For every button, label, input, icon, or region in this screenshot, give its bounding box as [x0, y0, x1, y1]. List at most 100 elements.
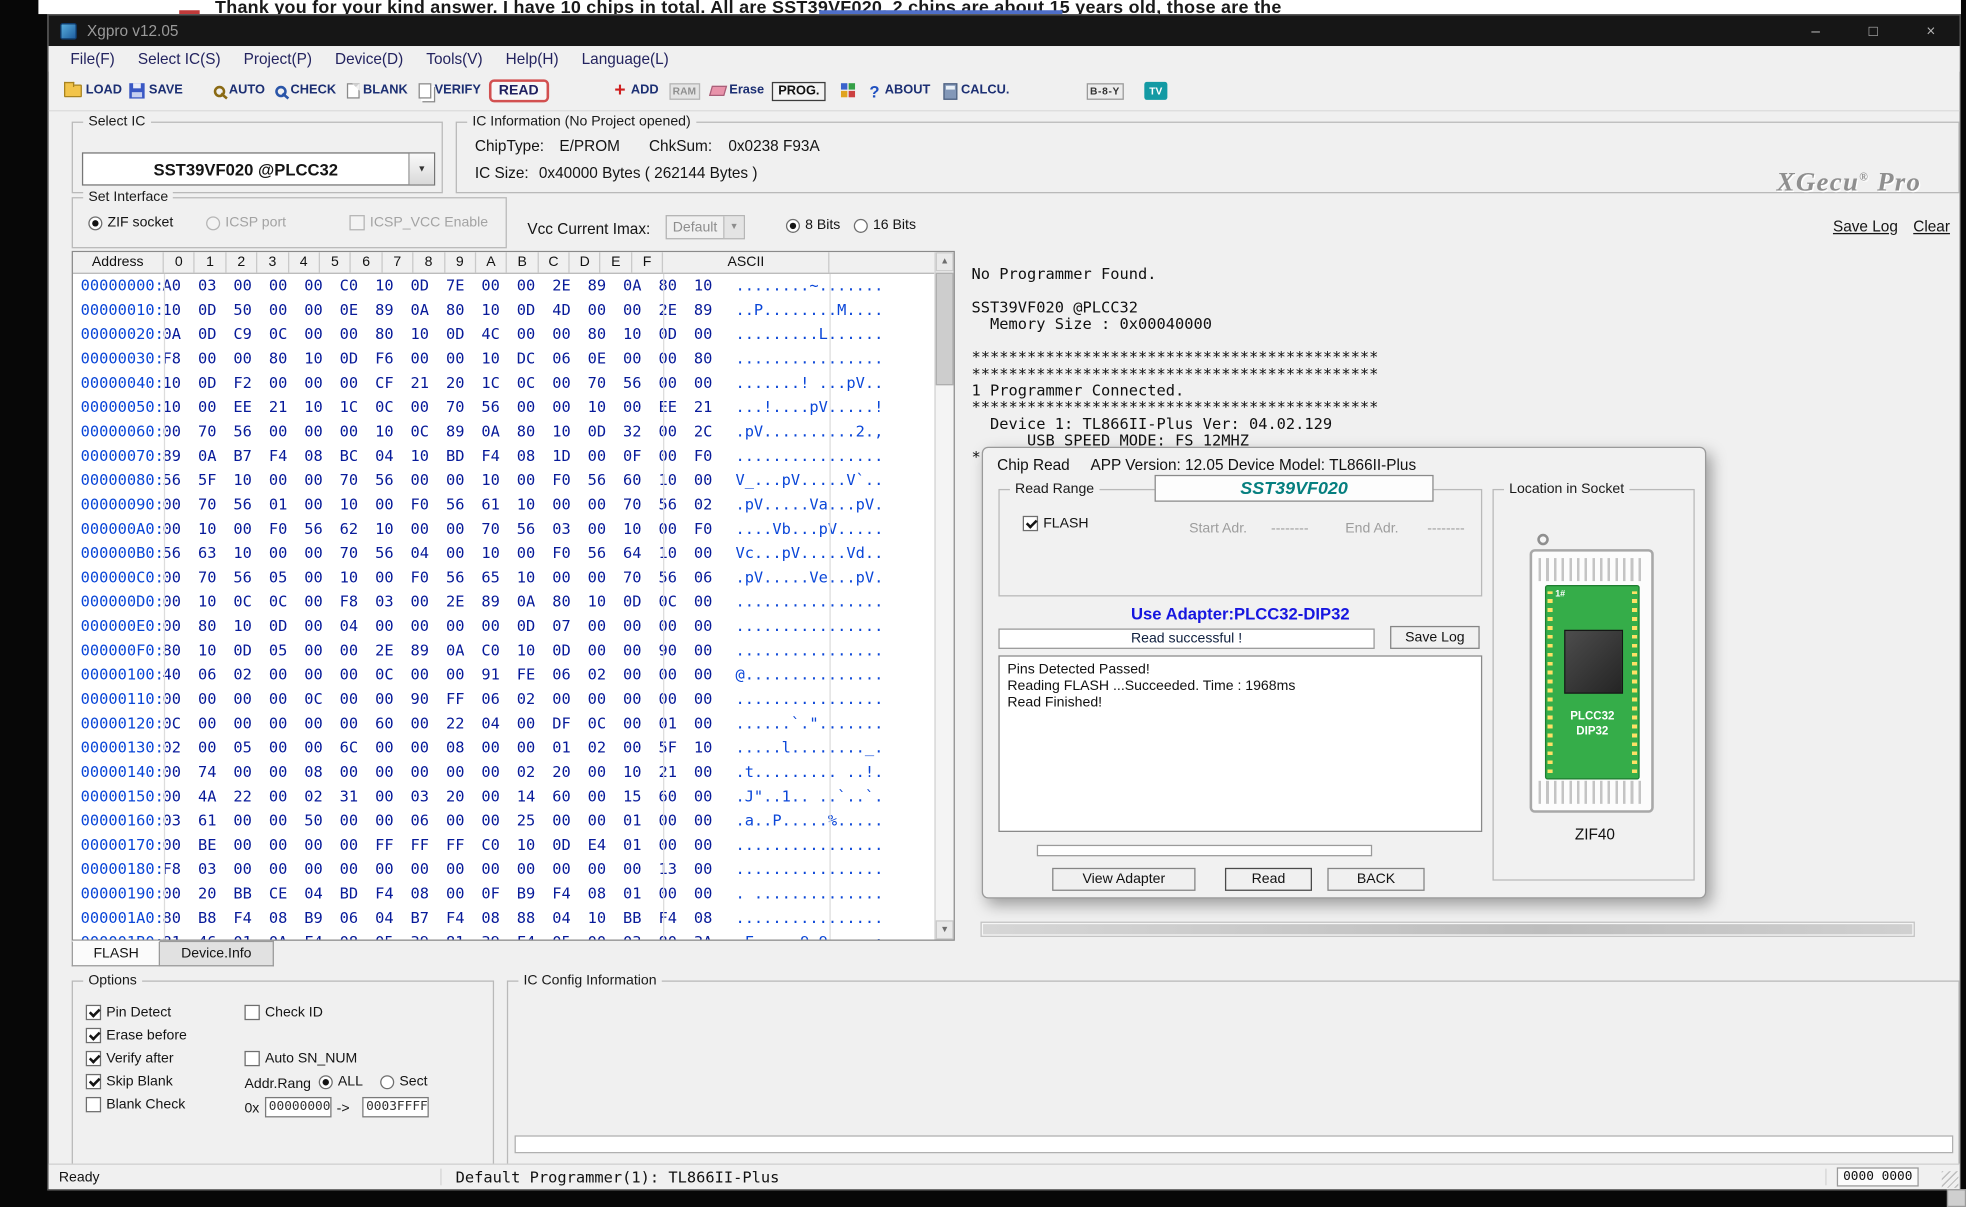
minimize-button[interactable]: – — [1787, 15, 1845, 46]
blank-check-checkbox[interactable]: Blank Check — [86, 1097, 186, 1112]
hex-row[interactable]: 00000080:56 5F 10 00 00 70 56 00 00 10 0… — [73, 468, 934, 492]
check-id-checkbox[interactable]: Check ID — [244, 1005, 322, 1020]
hex-row[interactable]: 000000D0:00 10 0C 0C 00 F8 03 00 2E 89 0… — [73, 590, 934, 614]
hex-row[interactable]: 00000000:A0 03 00 00 00 C0 10 0D 7E 00 0… — [73, 274, 934, 298]
scroll-thumb[interactable] — [983, 924, 1912, 934]
verify-button[interactable]: VERIFY — [418, 83, 481, 98]
hex-row[interactable]: 00000120:0C 00 00 00 00 00 60 00 22 04 0… — [73, 712, 934, 736]
load-button[interactable]: LOAD — [64, 84, 122, 97]
ic-select-combo[interactable]: SST39VF020 @PLCC32 — [82, 152, 435, 185]
hex-row[interactable]: 000000E0:00 80 10 0D 00 04 00 00 00 00 0… — [73, 614, 934, 638]
hex-ascii: . .............. — [735, 882, 883, 906]
vcc-dropdown-button — [723, 216, 743, 238]
tv-button[interactable]: TV — [1144, 82, 1167, 100]
tab-flash[interactable]: FLASH — [72, 941, 161, 967]
scroll-up-arrow[interactable] — [936, 252, 954, 271]
bit-convert-button[interactable]: B-8-Y — [1086, 83, 1124, 100]
hex-row[interactable]: 00000070:89 0A B7 F4 08 BC 04 10 BD F4 0… — [73, 444, 934, 468]
color-grid-icon — [841, 83, 856, 98]
combo-dropdown-button[interactable] — [408, 154, 434, 185]
ram-button[interactable]: RAM — [669, 83, 700, 100]
back-button[interactable]: BACK — [1327, 868, 1424, 891]
auto-button[interactable]: AUTO — [214, 84, 265, 97]
chevron-down-icon — [730, 223, 739, 232]
hex-row[interactable]: 00000030:F8 00 00 80 10 0D F6 00 00 10 D… — [73, 347, 934, 371]
maximize-button[interactable]: □ — [1844, 15, 1902, 46]
hex-row[interactable]: 00000090:00 70 56 01 00 10 00 F0 56 61 1… — [73, 493, 934, 517]
hex-row[interactable]: 00000130:02 00 05 00 00 6C 00 00 08 00 0… — [73, 736, 934, 760]
background-page-text: Thank you for your kind answer. I have 1… — [215, 0, 1282, 14]
scroll-down-arrow[interactable] — [936, 920, 954, 939]
app-icon — [60, 22, 77, 39]
socket-name: ZIF40 — [1494, 826, 1696, 844]
hex-ascii: ................ — [735, 639, 883, 663]
addr-all-radio[interactable]: ALL — [319, 1074, 363, 1089]
hex-row[interactable]: 000000B0:56 63 10 00 00 70 56 04 00 10 0… — [73, 541, 934, 565]
scroll-thumb[interactable] — [936, 273, 954, 386]
tab-device-info[interactable]: Device.Info — [161, 941, 274, 967]
blank-button[interactable]: BLANK — [346, 83, 407, 98]
menu-item[interactable]: Project(P) — [232, 50, 323, 68]
menu-item[interactable]: File(F) — [59, 50, 126, 68]
hex-row[interactable]: 00000040:10 0D F2 00 00 00 CF 21 20 1C 0… — [73, 371, 934, 395]
pin-detect-checkbox[interactable]: Pin Detect — [86, 1005, 171, 1020]
menu-item[interactable]: Device(D) — [323, 50, 414, 68]
verify-after-checkbox[interactable]: Verify after — [86, 1051, 174, 1066]
device-grid-button[interactable] — [841, 83, 856, 98]
check-button[interactable]: CHECK — [275, 84, 336, 97]
menu-item[interactable]: Select IC(S) — [126, 50, 232, 68]
hex-editor[interactable]: Address0123456789ABCDEFASCII 00000000:A0… — [72, 251, 955, 941]
resize-grip[interactable] — [1942, 1171, 1959, 1188]
menu-item[interactable]: Help(H) — [494, 50, 570, 68]
hex-row[interactable]: 00000020:0A 0D C9 0C 00 00 80 10 0D 4C 0… — [73, 323, 934, 347]
hex-row[interactable]: 00000190:00 20 BB CE 04 BD F4 08 00 0F B… — [73, 882, 934, 906]
hex-row[interactable]: 00000150:00 4A 22 00 02 31 00 03 20 00 1… — [73, 785, 934, 809]
save-button[interactable]: SAVE — [130, 83, 183, 98]
hex-vertical-scrollbar[interactable] — [934, 252, 953, 939]
close-button[interactable]: × — [1902, 15, 1960, 46]
erase-button[interactable]: Erase — [710, 84, 764, 97]
hex-body[interactable]: 00000000:A0 03 00 00 00 C0 10 0D 7E 00 0… — [73, 274, 934, 940]
log-line: Device 1: TL866II-Plus Ver: 04.02.129 — [972, 416, 1958, 433]
hex-row[interactable]: 00000050:10 00 EE 21 10 1C 0C 00 70 56 0… — [73, 396, 934, 420]
hex-row[interactable]: 00000100:40 06 02 00 00 00 0C 00 00 91 F… — [73, 663, 934, 687]
read-button[interactable]: READ — [489, 79, 549, 102]
hex-row[interactable]: 00000110:00 00 00 00 0C 00 00 90 FF 06 0… — [73, 687, 934, 711]
menu-item[interactable]: Tools(V) — [415, 50, 494, 68]
add-button[interactable]: ADD — [613, 84, 659, 97]
hex-row[interactable]: 00000180:F8 03 00 00 00 00 00 00 00 00 0… — [73, 858, 934, 882]
prog-button[interactable]: PROG. — [772, 81, 826, 100]
log-horizontal-scrollbar[interactable] — [980, 922, 1914, 937]
addr-sect-radio[interactable]: Sect — [380, 1074, 427, 1089]
about-button[interactable]: ABOUT — [869, 84, 930, 98]
hex-row[interactable]: 00000170:00 BE 00 00 00 00 FF FF FF C0 1… — [73, 833, 934, 857]
skip-blank-checkbox[interactable]: Skip Blank — [86, 1074, 173, 1089]
hex-row[interactable]: 00000160:03 61 00 00 50 00 00 06 00 00 2… — [73, 809, 934, 833]
hex-row[interactable]: 00000060:00 70 56 00 00 00 10 0C 89 0A 8… — [73, 420, 934, 444]
view-adapter-button[interactable]: View Adapter — [1052, 868, 1195, 891]
hex-row[interactable]: 000001A0:80 B8 F4 08 B9 06 04 B7 F4 08 8… — [73, 906, 934, 930]
dialog-save-log-button[interactable]: Save Log — [1390, 626, 1480, 649]
hex-row[interactable]: 000000F0:80 10 0D 05 00 00 2E 89 0A C0 1… — [73, 639, 934, 663]
hex-row[interactable]: 000000C0:00 70 56 05 00 10 00 F0 56 65 1… — [73, 566, 934, 590]
hex-ascii: V_...pV.....V`.. — [735, 468, 883, 492]
calculator-button[interactable]: CALCU. — [943, 83, 1009, 100]
data-width-8bits-radio[interactable]: 8 Bits — [786, 218, 840, 233]
auto-sn-checkbox[interactable]: Auto SN_NUM — [244, 1051, 357, 1066]
hex-row[interactable]: 00000010:10 0D 50 00 00 0E 89 0A 80 10 0… — [73, 298, 934, 322]
hex-ascii: ........~....... — [735, 274, 883, 298]
menu-item[interactable]: Language(L) — [570, 50, 680, 68]
hex-row[interactable]: 00000140:00 74 00 00 08 00 00 00 00 00 0… — [73, 760, 934, 784]
addr-from-input[interactable]: 00000000 — [265, 1097, 332, 1117]
addr-to-input[interactable]: 0003FFFF — [362, 1097, 429, 1117]
dialog-read-button[interactable]: Read — [1225, 868, 1312, 891]
clear-log-link[interactable]: Clear — [1913, 218, 1950, 236]
adapter-label-line1: PLCC32 — [1546, 709, 1638, 722]
hex-row[interactable]: 000001B0:81 46 01 0A F4 08 05 39 81 39 F… — [73, 931, 934, 940]
zif-socket-radio[interactable]: ZIF socket — [88, 215, 173, 230]
flash-checkbox[interactable]: FLASH — [1023, 516, 1089, 531]
hex-row[interactable]: 000000A0:00 10 00 F0 56 62 10 00 00 70 5… — [73, 517, 934, 541]
save-log-link[interactable]: Save Log — [1833, 218, 1898, 236]
data-width-16bits-radio[interactable]: 16 Bits — [854, 218, 916, 233]
erase-before-checkbox[interactable]: Erase before — [86, 1028, 187, 1043]
